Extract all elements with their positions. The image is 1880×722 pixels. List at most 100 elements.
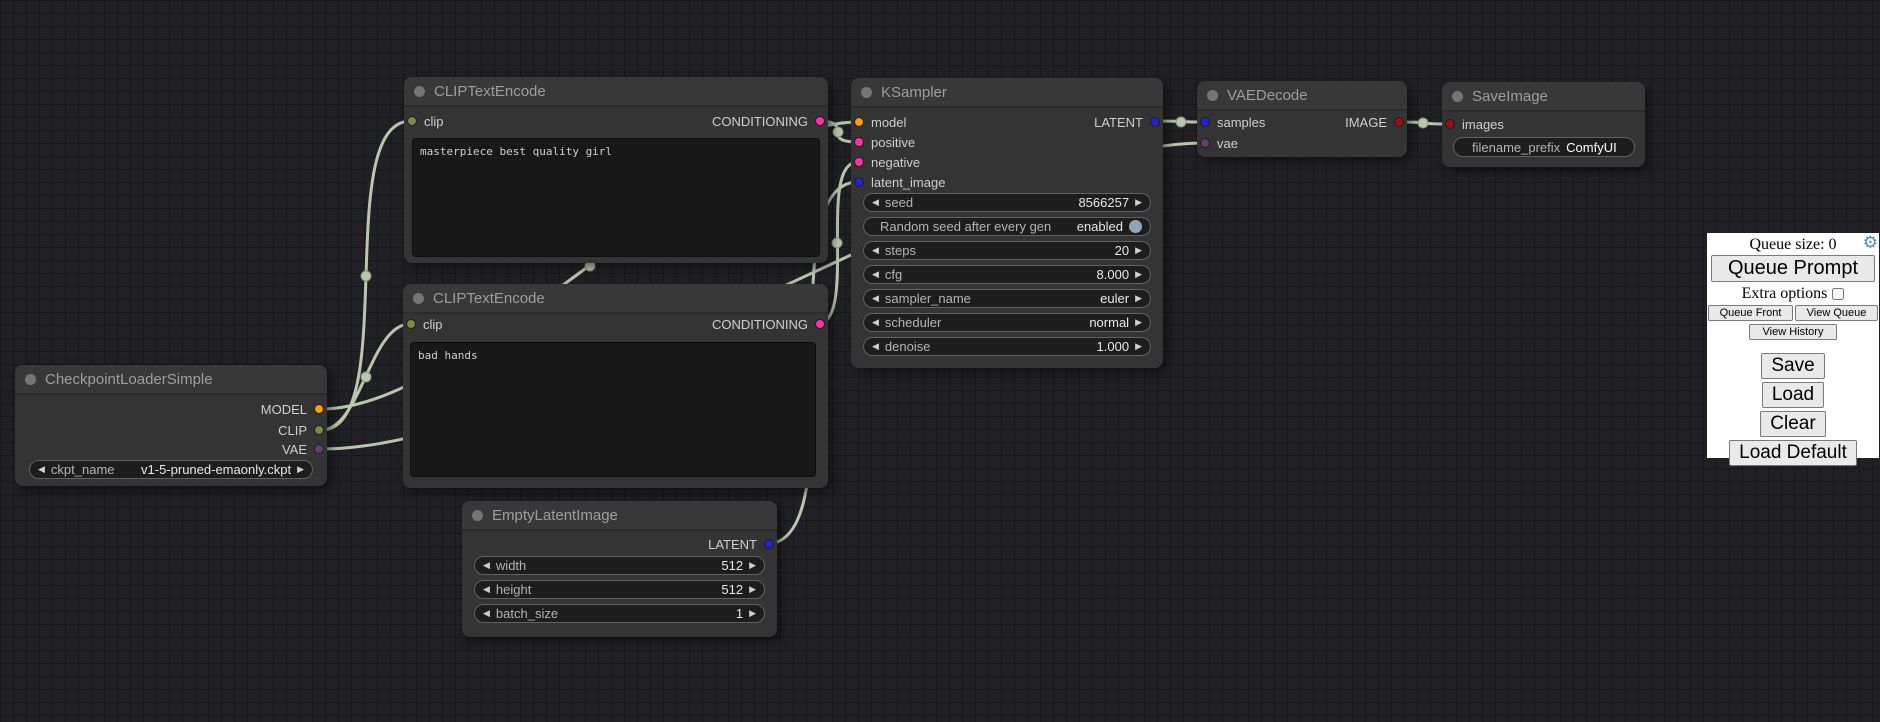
node-titlebar[interactable]: CLIPTextEncode	[404, 77, 828, 107]
queue-front-button[interactable]: Queue Front	[1708, 305, 1793, 321]
node-titlebar[interactable]: KSampler	[851, 78, 1163, 108]
latent-slot-icon[interactable]	[854, 177, 864, 187]
collapse-dot-icon[interactable]	[1452, 91, 1463, 102]
increment-arrow-icon[interactable]: ▶	[1135, 270, 1142, 279]
widget-value: 512	[721, 558, 743, 573]
output-slot-conditioning[interactable]: CONDITIONING	[712, 314, 825, 334]
width-widget[interactable]: ◀ width 512 ▶	[474, 556, 765, 575]
queue-prompt-button[interactable]: Queue Prompt	[1711, 255, 1875, 282]
input-slot-positive[interactable]: positive	[854, 132, 915, 152]
decrement-arrow-icon[interactable]: ◀	[38, 465, 45, 474]
batch-size-widget[interactable]: ◀ batch_size 1 ▶	[474, 604, 765, 623]
clip-slot-icon[interactable]	[314, 425, 324, 435]
input-slot-negative[interactable]: negative	[854, 152, 920, 172]
node-titlebar[interactable]: CheckpointLoaderSimple	[15, 365, 327, 395]
collapse-dot-icon[interactable]	[472, 510, 483, 521]
height-widget[interactable]: ◀ height 512 ▶	[474, 580, 765, 599]
input-slot-images[interactable]: images	[1445, 114, 1504, 134]
collapse-dot-icon[interactable]	[861, 87, 872, 98]
increment-arrow-icon[interactable]: ▶	[1135, 198, 1142, 207]
collapse-dot-icon[interactable]	[414, 86, 425, 97]
positive-prompt-textarea[interactable]: masterpiece best quality girl	[412, 138, 820, 257]
negative-prompt-textarea[interactable]: bad hands	[410, 342, 816, 477]
widget-label: scheduler	[885, 315, 941, 330]
cfg-widget[interactable]: ◀ cfg 8.000 ▶	[863, 265, 1151, 284]
increment-arrow-icon[interactable]: ▶	[1135, 318, 1142, 327]
clip-slot-icon[interactable]	[406, 319, 416, 329]
increment-arrow-icon[interactable]: ▶	[749, 585, 756, 594]
output-slot-latent[interactable]: LATENT	[1094, 112, 1160, 132]
input-slot-clip[interactable]: clip	[406, 314, 443, 334]
input-label: negative	[871, 155, 920, 170]
node-titlebar[interactable]: VAEDecode	[1197, 81, 1407, 111]
decrement-arrow-icon[interactable]: ◀	[872, 318, 879, 327]
node-titlebar[interactable]: CLIPTextEncode	[403, 284, 828, 314]
conditioning-slot-icon[interactable]	[854, 157, 864, 167]
conditioning-slot-icon[interactable]	[815, 319, 825, 329]
increment-arrow-icon[interactable]: ▶	[1135, 342, 1142, 351]
extra-options-checkbox[interactable]	[1832, 288, 1844, 300]
decrement-arrow-icon[interactable]: ◀	[872, 342, 879, 351]
filename-prefix-widget[interactable]: filename_prefix ComfyUI	[1453, 137, 1635, 157]
view-queue-button[interactable]: View Queue	[1795, 305, 1878, 321]
increment-arrow-icon[interactable]: ▶	[1135, 246, 1142, 255]
output-slot-vae[interactable]: VAE	[282, 439, 324, 459]
save-button[interactable]: Save	[1761, 353, 1824, 379]
denoise-widget[interactable]: ◀ denoise 1.000 ▶	[863, 337, 1151, 356]
collapse-dot-icon[interactable]	[25, 374, 36, 385]
input-slot-model[interactable]: model	[854, 112, 906, 132]
input-slot-clip[interactable]: clip	[407, 111, 444, 131]
output-slot-image[interactable]: IMAGE	[1345, 112, 1404, 132]
ckpt-name-widget[interactable]: ◀ ckpt_name v1-5-pruned-emaonly.ckpt ▶	[29, 460, 313, 479]
output-slot-model[interactable]: MODEL	[261, 399, 324, 419]
load-default-button[interactable]: Load Default	[1729, 440, 1857, 466]
latent-slot-icon[interactable]	[1200, 117, 1210, 127]
collapse-dot-icon[interactable]	[413, 293, 424, 304]
node-titlebar[interactable]: SaveImage	[1442, 82, 1645, 112]
output-label: CONDITIONING	[712, 317, 808, 332]
random-seed-toggle-widget[interactable]: Random seed after every gen enabled	[863, 217, 1151, 236]
decrement-arrow-icon[interactable]: ◀	[872, 198, 879, 207]
increment-arrow-icon[interactable]: ▶	[749, 561, 756, 570]
sampler-name-widget[interactable]: ◀ sampler_name euler ▶	[863, 289, 1151, 308]
settings-gear-icon[interactable]: ⚙	[1863, 235, 1878, 252]
collapse-dot-icon[interactable]	[1207, 90, 1218, 101]
input-slot-vae[interactable]: vae	[1200, 133, 1238, 153]
decrement-arrow-icon[interactable]: ◀	[483, 609, 490, 618]
decrement-arrow-icon[interactable]: ◀	[483, 561, 490, 570]
input-label: vae	[1217, 136, 1238, 151]
widget-label: width	[496, 558, 526, 573]
vae-slot-icon[interactable]	[1200, 138, 1210, 148]
output-slot-clip[interactable]: CLIP	[278, 420, 324, 440]
output-slot-latent[interactable]: LATENT	[708, 534, 774, 554]
seed-widget[interactable]: ◀ seed 8566257 ▶	[863, 193, 1151, 212]
decrement-arrow-icon[interactable]: ◀	[872, 246, 879, 255]
decrement-arrow-icon[interactable]: ◀	[872, 270, 879, 279]
increment-arrow-icon[interactable]: ▶	[297, 465, 304, 474]
clear-button[interactable]: Clear	[1760, 411, 1825, 437]
scheduler-widget[interactable]: ◀ scheduler normal ▶	[863, 313, 1151, 332]
conditioning-slot-icon[interactable]	[854, 137, 864, 147]
image-slot-icon[interactable]	[1445, 119, 1455, 129]
model-slot-icon[interactable]	[854, 117, 864, 127]
input-label: images	[1462, 117, 1504, 132]
node-titlebar[interactable]: EmptyLatentImage	[462, 501, 777, 531]
output-slot-conditioning[interactable]: CONDITIONING	[712, 111, 825, 131]
input-slot-latent-image[interactable]: latent_image	[854, 172, 945, 192]
image-slot-icon[interactable]	[1394, 117, 1404, 127]
latent-slot-icon[interactable]	[764, 539, 774, 549]
model-slot-icon[interactable]	[314, 404, 324, 414]
vae-slot-icon[interactable]	[314, 444, 324, 454]
decrement-arrow-icon[interactable]: ◀	[483, 585, 490, 594]
clip-slot-icon[interactable]	[407, 116, 417, 126]
load-button[interactable]: Load	[1762, 382, 1824, 408]
steps-widget[interactable]: ◀ steps 20 ▶	[863, 241, 1151, 260]
increment-arrow-icon[interactable]: ▶	[749, 609, 756, 618]
toggle-on-icon[interactable]	[1129, 220, 1142, 233]
latent-slot-icon[interactable]	[1150, 117, 1160, 127]
decrement-arrow-icon[interactable]: ◀	[872, 294, 879, 303]
view-history-button[interactable]: View History	[1749, 324, 1837, 340]
conditioning-slot-icon[interactable]	[815, 116, 825, 126]
input-slot-samples[interactable]: samples	[1200, 112, 1265, 132]
increment-arrow-icon[interactable]: ▶	[1135, 294, 1142, 303]
